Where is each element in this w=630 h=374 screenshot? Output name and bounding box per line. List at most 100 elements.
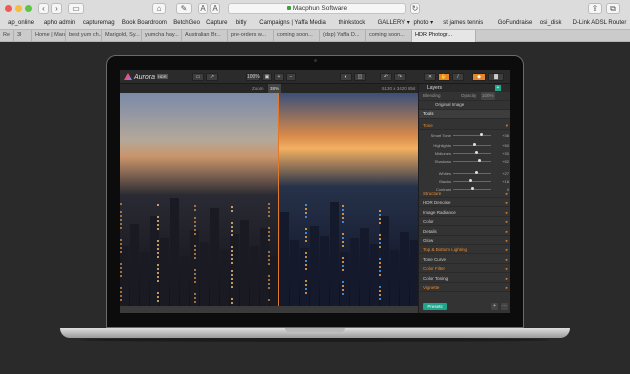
- browser-tab[interactable]: coming soon...: [274, 30, 320, 42]
- layers-header[interactable]: Layers +: [419, 84, 510, 92]
- favorite-link[interactable]: D-Link ADSL Router: [573, 17, 627, 29]
- expand-icon[interactable]: ▸: [506, 190, 508, 198]
- add-preset-icon[interactable]: +: [491, 303, 498, 310]
- tone-slider[interactable]: Smart Tone +36: [419, 132, 510, 139]
- presets-button[interactable]: Presets: [423, 303, 447, 310]
- sidebar-icon[interactable]: ▭: [68, 3, 84, 14]
- fit-icon[interactable]: ▣: [262, 73, 272, 81]
- tone-header[interactable]: Tone ▾: [419, 122, 510, 130]
- tabs-overview-icon[interactable]: ⧉: [606, 3, 620, 14]
- hand-icon[interactable]: ✋: [438, 73, 450, 81]
- slider-track[interactable]: [453, 135, 491, 136]
- browser-tab[interactable]: (dsp) Yaffa D...: [320, 30, 366, 42]
- favorite-link[interactable]: Capture: [206, 17, 227, 29]
- section-hdr-denoise[interactable]: HDR Denoise ▸: [419, 199, 510, 208]
- close-window-button[interactable]: [5, 5, 12, 12]
- favorite-link[interactable]: GALLERY ▾: [378, 17, 410, 29]
- share-edit-icon[interactable]: ✎: [176, 3, 192, 14]
- export-icon[interactable]: ↗: [206, 73, 218, 81]
- reload-icon[interactable]: ↻: [410, 3, 420, 14]
- favorite-link[interactable]: Book Boardroom: [122, 17, 167, 29]
- section-color-filter[interactable]: Color Filter ▸: [419, 265, 510, 274]
- expand-icon[interactable]: ▸: [506, 228, 508, 236]
- slider-knob[interactable]: [472, 143, 476, 146]
- browser-tab[interactable]: Re: [0, 30, 14, 42]
- section-tone-curve[interactable]: Tone Curve ▸: [419, 256, 510, 264]
- expand-icon[interactable]: ▸: [506, 209, 508, 217]
- tone-toggle-icon[interactable]: ▾: [506, 122, 508, 130]
- tone-slider[interactable]: Blacks +18: [419, 178, 510, 185]
- compare-icon[interactable]: ◐: [340, 73, 352, 81]
- favorite-link[interactable]: bitly: [236, 17, 247, 29]
- zoom-window-button[interactable]: [25, 5, 32, 12]
- section-glow[interactable]: Glow ▸: [419, 237, 510, 245]
- minimize-window-button[interactable]: [15, 5, 22, 12]
- zoom-in-icon[interactable]: +: [274, 73, 284, 81]
- slider-track[interactable]: [453, 173, 491, 174]
- font-larger-button[interactable]: A: [210, 3, 220, 14]
- expand-icon[interactable]: ▸: [506, 256, 508, 264]
- expand-icon[interactable]: ▸: [506, 284, 508, 292]
- tone-slider[interactable]: Highlights +50: [419, 142, 510, 149]
- tools-row[interactable]: Tools: [419, 110, 510, 119]
- undo-icon[interactable]: ↶: [380, 73, 392, 81]
- browser-tab[interactable]: HDR Photogr...: [412, 30, 476, 42]
- section-vignette[interactable]: Vignette ▸: [419, 284, 510, 292]
- browser-tab[interactable]: 3I: [14, 30, 32, 42]
- section-top-bottom-lighting[interactable]: Top & Bottom Lighting ▸: [419, 246, 510, 255]
- original-image-layer[interactable]: Original Image: [419, 101, 510, 110]
- photo-canvas[interactable]: [120, 93, 418, 306]
- font-smaller-button[interactable]: A: [198, 3, 208, 14]
- section-structure[interactable]: Structure ▸: [419, 190, 510, 198]
- favorite-link[interactable]: thinkstock: [339, 17, 366, 29]
- section-color[interactable]: Color ▸: [419, 218, 510, 227]
- compare-divider[interactable]: [278, 93, 279, 306]
- favorite-link[interactable]: osi_disk: [540, 17, 562, 29]
- slider-track[interactable]: [453, 181, 491, 182]
- tools-icon[interactable]: ✕: [424, 73, 436, 81]
- back-button[interactable]: ‹: [38, 3, 49, 14]
- browser-tab[interactable]: Home | Mara: [32, 30, 66, 42]
- expand-icon[interactable]: ▸: [506, 275, 508, 283]
- expand-icon[interactable]: ▸: [506, 237, 508, 245]
- tone-slider[interactable]: Midtones +30: [419, 150, 510, 157]
- browser-tab[interactable]: yumcha hay...: [142, 30, 182, 42]
- zoom-value[interactable]: 38%: [268, 84, 282, 93]
- address-bar[interactable]: Macphun Software: [228, 3, 406, 14]
- add-layer-icon[interactable]: +: [495, 85, 501, 91]
- slider-track[interactable]: [453, 153, 491, 154]
- browser-tab[interactable]: pre-orders w...: [228, 30, 274, 42]
- share-icon[interactable]: ⇪: [588, 3, 602, 14]
- favorite-link[interactable]: GoFundraise: [498, 17, 533, 29]
- expand-icon[interactable]: ▸: [506, 218, 508, 226]
- zoom-out-icon[interactable]: −: [286, 73, 296, 81]
- expand-icon[interactable]: ▸: [506, 199, 508, 207]
- section-details[interactable]: Details ▸: [419, 228, 510, 236]
- tone-slider[interactable]: Whites +27: [419, 170, 510, 177]
- browser-tab[interactable]: best yum ch...: [66, 30, 102, 42]
- browser-tab[interactable]: coming soon...: [366, 30, 412, 42]
- section-color-toning[interactable]: Color Toning ▸: [419, 275, 510, 283]
- slider-knob[interactable]: [474, 151, 478, 154]
- favorite-link[interactable]: ap_online: [8, 17, 34, 29]
- favorite-link[interactable]: BetchGeo: [173, 17, 200, 29]
- favorite-link[interactable]: capturemag: [83, 17, 115, 29]
- slider-knob[interactable]: [480, 133, 483, 136]
- favorite-link[interactable]: st james tennis: [443, 17, 483, 29]
- zoom-100-button[interactable]: 100%: [246, 73, 260, 81]
- preset-options-icon[interactable]: ⋯: [501, 303, 508, 310]
- favorite-link[interactable]: apho admin: [44, 17, 75, 29]
- tone-slider[interactable]: Shadows +52: [419, 158, 510, 165]
- section-image-radiance[interactable]: Image Radiance ▸: [419, 209, 510, 217]
- layers-icon[interactable]: ◆: [472, 73, 486, 81]
- open-file-icon[interactable]: ▭: [192, 73, 204, 81]
- forward-button[interactable]: ›: [51, 3, 62, 14]
- expand-icon[interactable]: ▸: [506, 265, 508, 273]
- home-icon[interactable]: ⌂: [152, 3, 166, 14]
- browser-tab[interactable]: Australian Br...: [182, 30, 228, 42]
- split-view-icon[interactable]: ◫: [354, 73, 366, 81]
- browser-tab[interactable]: Marigold, Sy...: [102, 30, 142, 42]
- slider-track[interactable]: [453, 161, 491, 162]
- redo-icon[interactable]: ↷: [394, 73, 406, 81]
- expand-icon[interactable]: ▸: [506, 246, 508, 254]
